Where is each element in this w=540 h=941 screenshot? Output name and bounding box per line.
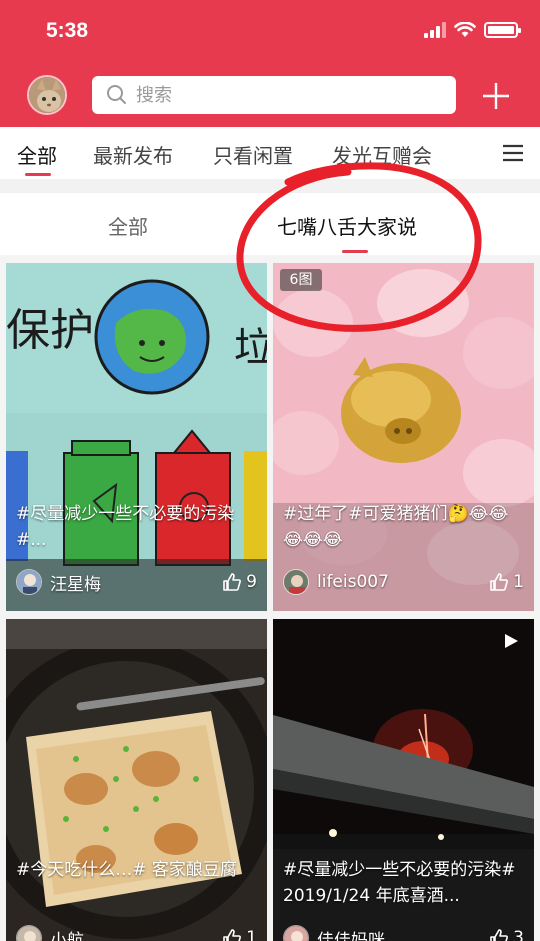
post-footer: lifeis007 1 [283, 569, 524, 595]
tab-latest[interactable]: 最新发布 [93, 140, 173, 169]
like-count: 3 [513, 928, 524, 941]
tab-gift-exchange[interactable]: 发光互赠会 [332, 140, 432, 169]
user-avatar[interactable] [27, 75, 67, 115]
post-footer: 小航 1 [16, 925, 257, 941]
svg-text:垃: 垃 [234, 325, 267, 371]
cellular-signal-icon [424, 22, 446, 38]
like-count: 1 [513, 572, 524, 592]
thumbs-up-icon [223, 929, 242, 941]
post-card[interactable]: #尽量减少一些不必要的污染# 2019/1/24 年底喜酒... 佳佳妈咪 3 [273, 619, 534, 941]
app-header: 5:38 [0, 0, 540, 127]
author-name[interactable]: 佳佳妈咪 [317, 926, 489, 941]
author-name[interactable]: lifeis007 [317, 572, 489, 592]
search-input[interactable] [136, 84, 436, 106]
category-tabs: 全部 最新发布 只看闲置 发光互赠会 [0, 127, 540, 179]
post-image [6, 619, 267, 941]
tab-idle-only[interactable]: 只看闲置 [213, 140, 293, 169]
post-card[interactable]: 保护 垃 #尽量减少一些不必要的污染#... 汪星梅 9 [6, 263, 267, 611]
thumbs-up-icon [490, 573, 509, 591]
status-time: 5:38 [46, 19, 89, 42]
subtab-discussion[interactable]: 七嘴八舌大家说 [277, 211, 417, 240]
post-card[interactable]: #今天吃什么…# 客家酿豆腐 小航 1 [6, 619, 267, 941]
search-bar[interactable] [92, 76, 456, 114]
post-text: #尽量减少一些不必要的污染# 2019/1/24 年底喜酒... [283, 860, 516, 906]
image-count-badge: 6图 [280, 269, 322, 291]
thumbs-up-icon [223, 573, 242, 591]
like-button[interactable]: 3 [489, 928, 524, 941]
section-divider [0, 179, 540, 193]
subtab-active-indicator [342, 250, 368, 253]
post-footer: 佳佳妈咪 3 [283, 925, 524, 941]
post-footer: 汪星梅 9 [16, 569, 257, 595]
post-text: #过年了#可爱猪猪们🤔😂😂😂😂😂 [283, 504, 509, 550]
post-image [273, 263, 534, 611]
sub-tabs: 全部 七嘴八舌大家说 [0, 193, 540, 255]
post-text: #今天吃什么…# 客家酿豆腐 [16, 860, 237, 880]
like-button[interactable]: 1 [222, 928, 257, 941]
post-text: #尽量减少一些不必要的污染#... [16, 504, 235, 550]
thumbs-up-icon [490, 929, 509, 941]
author-avatar[interactable] [283, 569, 309, 595]
like-count: 1 [246, 928, 257, 941]
search-icon [107, 85, 126, 104]
svg-text:保护: 保护 [6, 305, 94, 356]
author-name[interactable]: 汪星梅 [50, 570, 222, 595]
subtab-all[interactable]: 全部 [108, 211, 148, 240]
like-button[interactable]: 1 [489, 572, 524, 592]
post-image: 保护 垃 [6, 263, 267, 611]
tab-active-indicator [25, 173, 51, 176]
add-post-icon[interactable] [480, 80, 512, 112]
like-count: 9 [246, 572, 257, 592]
play-icon [505, 634, 518, 648]
author-avatar[interactable] [16, 569, 42, 595]
author-name[interactable]: 小航 [50, 926, 222, 941]
status-icons [424, 22, 521, 38]
post-card[interactable]: #过年了#可爱猪猪们🤔😂😂😂😂😂 lifeis007 1 [273, 263, 534, 611]
author-avatar[interactable] [283, 925, 309, 941]
like-button[interactable]: 9 [222, 572, 257, 592]
tab-all[interactable]: 全部 [17, 140, 57, 169]
wifi-icon [454, 22, 476, 37]
author-avatar[interactable] [16, 925, 42, 941]
battery-icon [484, 22, 521, 38]
menu-icon[interactable] [502, 142, 524, 164]
